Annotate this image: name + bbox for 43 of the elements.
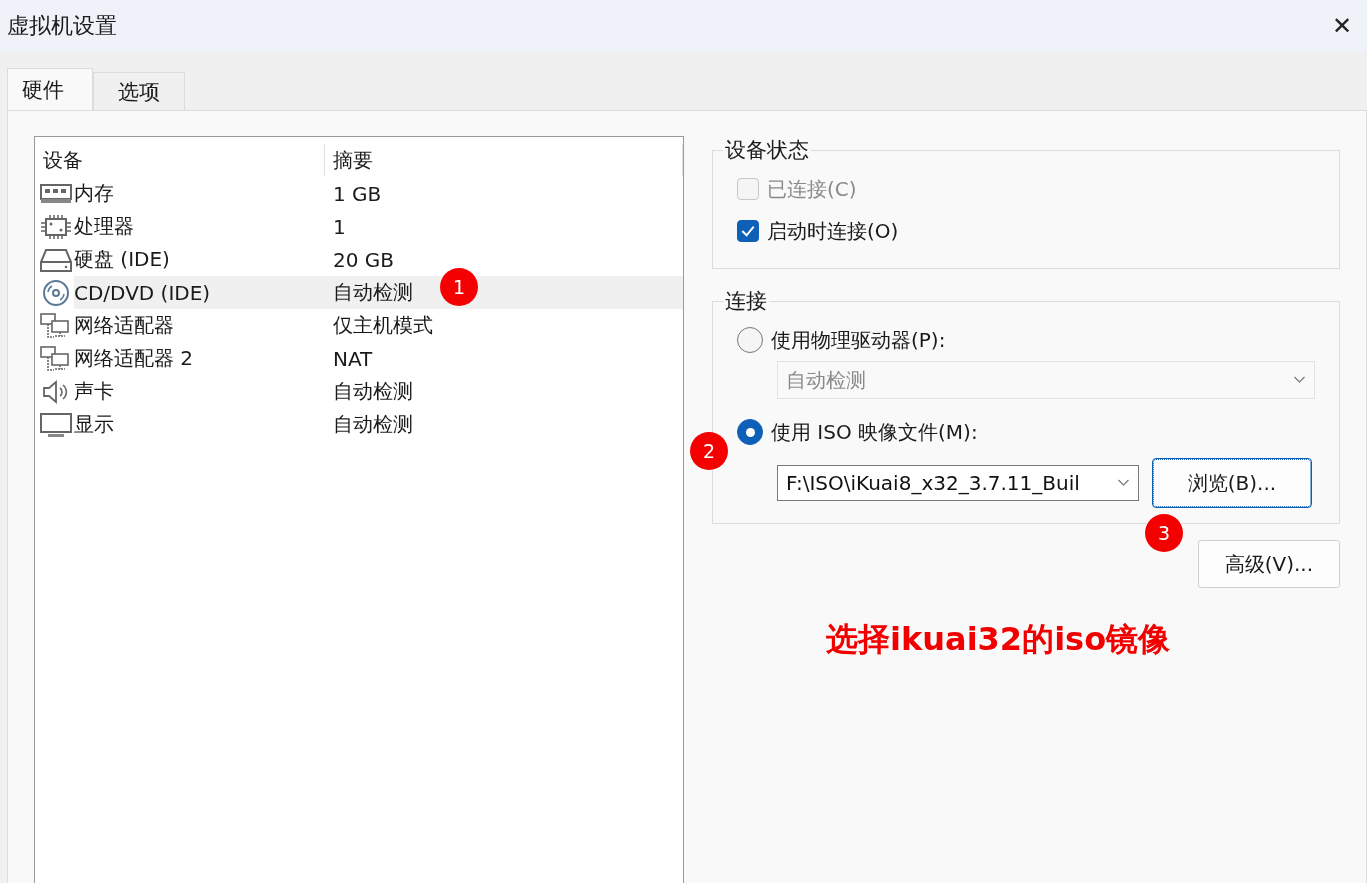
chevron-down-icon xyxy=(1117,479,1130,487)
disc-icon xyxy=(40,279,72,306)
device-summary: 1 xyxy=(332,213,347,241)
radio-label: 使用 ISO 映像文件(M): xyxy=(771,418,978,446)
checkbox-label: 启动时连接(O) xyxy=(767,217,899,245)
checkbox[interactable] xyxy=(737,220,759,242)
group-title: 连接 xyxy=(724,288,768,315)
column-header[interactable]: 设备 xyxy=(35,144,325,176)
device-summary: 1 GB xyxy=(332,180,383,208)
radio-button[interactable] xyxy=(737,419,763,445)
drive-icon xyxy=(40,246,72,273)
device-name[interactable]: 显示 xyxy=(74,408,120,441)
device-name[interactable]: 处理器 xyxy=(74,210,140,243)
chevron-down-icon xyxy=(1293,376,1306,384)
annotation-text: 选择ikuai32的iso镜像 xyxy=(826,619,1171,660)
tab[interactable]: 选项 xyxy=(93,72,185,110)
device-summary: 仅主机模式 xyxy=(332,312,434,339)
window-title: 虚拟机设置 xyxy=(7,12,117,40)
advanced-button[interactable]: 高级(V)... xyxy=(1197,540,1340,588)
group-title: 设备状态 xyxy=(724,137,810,164)
checkbox-label: 已连接(C) xyxy=(767,175,857,203)
device-name[interactable]: 网络适配器 2 xyxy=(74,342,200,375)
device-summary: 20 GB xyxy=(332,246,396,274)
device-name[interactable]: 声卡 xyxy=(74,375,120,408)
radio-label: 使用物理驱动器(P): xyxy=(771,326,946,354)
monitor-icon xyxy=(40,411,72,438)
close-button[interactable]: ✕ xyxy=(1317,1,1367,51)
radio-button[interactable] xyxy=(737,327,763,353)
column-header[interactable]: 摘要 xyxy=(325,144,683,176)
chip-icon xyxy=(40,213,72,240)
dropdown: 自动检测 xyxy=(777,361,1315,399)
network-icon xyxy=(40,345,72,372)
device-name[interactable]: 内存 xyxy=(74,177,120,210)
tab[interactable]: 硬件 xyxy=(7,68,93,110)
device-name[interactable]: CD/DVD (IDE) xyxy=(74,276,325,309)
file-path-dropdown[interactable]: F:\ISO\iKuai8_x32_3.7.11_Buil xyxy=(777,465,1139,501)
device-summary: 自动检测 xyxy=(332,411,414,438)
device-name[interactable]: 网络适配器 xyxy=(74,309,180,342)
device-summary: NAT xyxy=(332,345,374,373)
device-summary: 自动检测 xyxy=(332,378,414,405)
browse-button[interactable]: 浏览(B)... xyxy=(1153,459,1311,507)
device-name[interactable]: 硬盘 (IDE) xyxy=(74,243,176,276)
network-icon xyxy=(40,312,72,339)
